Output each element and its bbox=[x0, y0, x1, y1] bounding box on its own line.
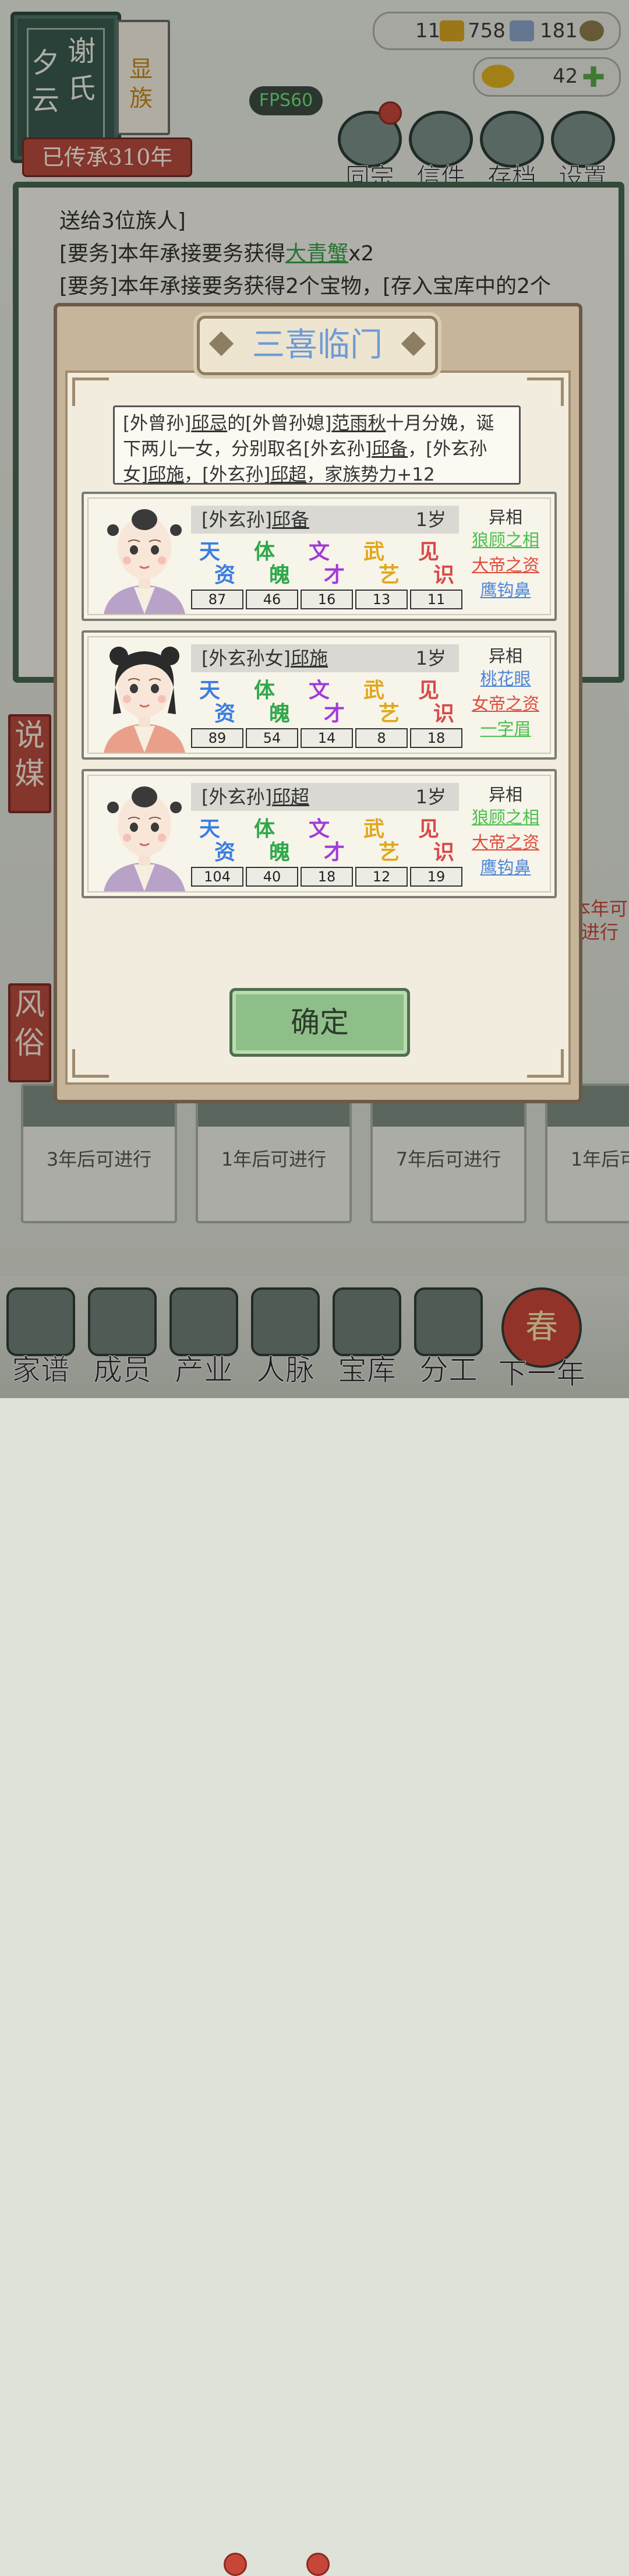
relation-label: [外玄孙] bbox=[202, 509, 272, 531]
stat-value: 18 bbox=[301, 867, 353, 887]
confirm-button[interactable]: 确定 bbox=[229, 988, 410, 1057]
stat-label: 文才 bbox=[309, 678, 345, 726]
traits-header: 异相 bbox=[488, 646, 522, 666]
newborn-card[interactable]: [外玄孙]邱超 1岁天资 104 体魄 40 文才 18 武艺 12 见识 19 异相 狼顾之相 大帝之资… bbox=[82, 769, 557, 898]
newborn-card[interactable]: [外玄孙女]邱施 1岁天资 89 体魄 54 文才 14 武艺 8 见识 18 异相 桃花眼 女帝之资 一字… bbox=[82, 630, 557, 760]
stat-block: 武艺 12 bbox=[355, 817, 408, 887]
trait-link[interactable]: 一字眉 bbox=[465, 717, 546, 742]
newborn-name-bar: [外玄孙]邱超 1岁 bbox=[191, 783, 459, 811]
stat-label: 体魄 bbox=[254, 539, 291, 587]
newborn-name[interactable]: 邱超 bbox=[272, 786, 309, 808]
dialog-title-plate: 三喜临门 bbox=[197, 316, 438, 375]
stat-label: 武艺 bbox=[363, 678, 400, 726]
stat-value: 11 bbox=[410, 590, 462, 609]
stat-value: 18 bbox=[410, 728, 462, 748]
traits-header: 异相 bbox=[488, 785, 522, 804]
stat-label: 文才 bbox=[309, 817, 345, 864]
trait-column: 异相 桃花眼 女帝之资 一字眉 bbox=[465, 645, 546, 742]
stat-value: 104 bbox=[191, 867, 243, 887]
stat-value: 54 bbox=[246, 728, 298, 748]
stat-block: 体魄 54 bbox=[246, 680, 298, 748]
stat-label: 天资 bbox=[199, 817, 236, 864]
stat-label: 武艺 bbox=[363, 539, 400, 587]
stat-block: 体魄 46 bbox=[246, 539, 298, 609]
trait-link[interactable]: 狼顾之相 bbox=[465, 528, 546, 553]
stat-block: 天资 87 bbox=[191, 539, 243, 609]
stat-label: 武艺 bbox=[363, 817, 400, 864]
stat-block: 文才 18 bbox=[301, 817, 353, 887]
stat-label: 文才 bbox=[309, 539, 345, 587]
person-link[interactable]: 邱超 bbox=[270, 464, 306, 485]
stat-label: 天资 bbox=[199, 539, 236, 587]
dialog-title: 三喜临门 bbox=[252, 326, 383, 364]
stat-value: 19 bbox=[410, 867, 462, 887]
stat-block: 武艺8 bbox=[355, 680, 408, 748]
notification-dot bbox=[224, 2553, 247, 2576]
stat-label: 见识 bbox=[418, 539, 455, 587]
stat-block: 武艺 13 bbox=[355, 539, 408, 609]
event-description: [外曾孙]邱忌的[外曾孙媳]范雨秋十月分娩，诞下两儿一女，分别取名[外玄孙]邱备… bbox=[113, 405, 521, 485]
newborn-age: 1岁 bbox=[415, 509, 446, 531]
newborn-portrait bbox=[104, 647, 185, 753]
stat-block: 见识 19 bbox=[410, 817, 462, 887]
newborn-card[interactable]: [外玄孙]邱备 1岁天资 87 体魄 46 文才 16 武艺 13 见识 11 异相 狼顾之相 大帝之资鹰… bbox=[82, 492, 557, 621]
trait-link[interactable]: 大帝之资 bbox=[465, 830, 546, 855]
trait-column: 异相 狼顾之相 大帝之资 鹰钩鼻 bbox=[465, 784, 546, 880]
newborn-age: 1岁 bbox=[415, 786, 446, 808]
stat-value: 40 bbox=[246, 867, 298, 887]
stat-label: 天资 bbox=[199, 678, 236, 726]
trait-link[interactable]: 狼顾之相 bbox=[465, 805, 546, 830]
stat-block: 见识 18 bbox=[410, 680, 462, 748]
notification-dot bbox=[306, 2553, 330, 2576]
stat-value: 12 bbox=[355, 867, 408, 887]
person-link[interactable]: 邱忌 bbox=[191, 413, 227, 434]
stat-label: 见识 bbox=[418, 678, 455, 726]
newborn-name[interactable]: 邱施 bbox=[291, 647, 328, 669]
newborn-portrait bbox=[104, 786, 185, 891]
newborn-name-bar: [外玄孙女]邱施 1岁 bbox=[191, 644, 459, 672]
stat-label: 体魄 bbox=[254, 678, 291, 726]
relation-label: [外玄孙女] bbox=[202, 647, 291, 669]
newborn-portrait bbox=[104, 509, 185, 614]
stat-block: 文才 14 bbox=[301, 680, 353, 748]
trait-column: 异相 狼顾之相 大帝之资 鹰钩鼻 bbox=[465, 507, 546, 603]
relation-label: [外玄孙] bbox=[202, 786, 272, 808]
stat-value: 46 bbox=[246, 590, 298, 609]
trait-link[interactable]: 鹰钩鼻 bbox=[465, 855, 546, 880]
stat-value: 16 bbox=[301, 590, 353, 609]
stat-label: 见识 bbox=[418, 817, 455, 864]
trait-link[interactable]: 鹰钩鼻 bbox=[465, 578, 546, 603]
stat-block: 体魄 40 bbox=[246, 817, 298, 887]
stat-block: 天资 89 bbox=[191, 680, 243, 748]
stat-value: 8 bbox=[355, 728, 408, 748]
stat-block: 文才 16 bbox=[301, 539, 353, 609]
trait-link[interactable]: 女帝之资 bbox=[465, 691, 546, 717]
stat-block: 见识 11 bbox=[410, 539, 462, 609]
traits-header: 异相 bbox=[488, 507, 522, 527]
newborn-name-bar: [外玄孙]邱备 1岁 bbox=[191, 506, 459, 534]
birth-event-dialog: 三喜临门 [外曾孙]邱忌的[外曾孙媳]范雨秋十月分娩，诞下两儿一女，分别取名[外… bbox=[54, 303, 582, 1103]
stat-value: 13 bbox=[355, 590, 408, 609]
stat-value: 87 bbox=[191, 590, 243, 609]
stat-value: 89 bbox=[191, 728, 243, 748]
stat-label: 体魄 bbox=[254, 817, 291, 864]
trait-link[interactable]: 大帝之资 bbox=[465, 553, 546, 578]
person-link[interactable]: 邱施 bbox=[148, 464, 184, 485]
person-link[interactable]: 范雨秋 bbox=[331, 413, 386, 434]
person-link[interactable]: 邱备 bbox=[372, 439, 408, 460]
newborn-age: 1岁 bbox=[415, 647, 446, 669]
newborn-name[interactable]: 邱备 bbox=[272, 509, 309, 531]
trait-link[interactable]: 桃花眼 bbox=[465, 666, 546, 691]
stat-block: 天资 104 bbox=[191, 817, 243, 887]
stat-value: 14 bbox=[301, 728, 353, 748]
